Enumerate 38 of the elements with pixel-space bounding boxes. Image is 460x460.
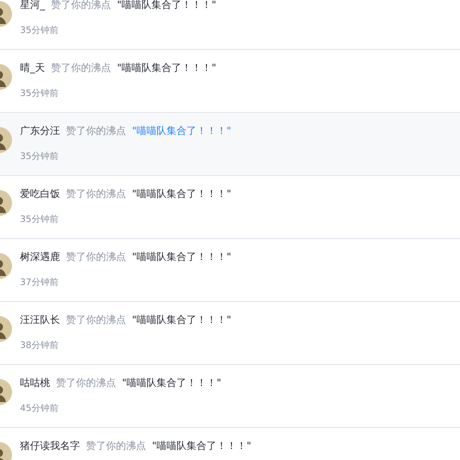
- user-name[interactable]: 广东分汪: [20, 124, 60, 140]
- notification-row[interactable]: 广东分汪 赞了你的沸点 "喵喵队集合了！！！" 35分钟前: [0, 113, 460, 176]
- notification-row[interactable]: 咕咕桃 赞了你的沸点 "喵喵队集合了！！！" 45分钟前: [0, 365, 460, 428]
- user-name[interactable]: 咕咕桃: [20, 376, 50, 392]
- user-name[interactable]: 星河_: [20, 0, 45, 14]
- timestamp: 45分钟前: [20, 402, 60, 416]
- timestamp: 35分钟前: [20, 214, 60, 227]
- post-link[interactable]: "喵喵队集合了！！！": [132, 313, 232, 329]
- action-text: 赞了你的沸点: [56, 376, 116, 391]
- timestamp: 38分钟前: [20, 340, 60, 353]
- action-text: 赞了你的沸点: [51, 62, 111, 76]
- action-text: 赞了你的沸点: [66, 124, 126, 139]
- post-link[interactable]: "喵喵队集合了！！！": [117, 0, 216, 14]
- post-link[interactable]: "喵喵队集合了！！！": [132, 187, 232, 203]
- action-text: 赞了你的沸点: [86, 440, 146, 454]
- post-link[interactable]: "喵喵队集合了！！！": [152, 439, 252, 455]
- notification-row[interactable]: 爱吃白饭 赞了你的沸点 "喵喵队集合了！！！" 35分钟前: [0, 176, 460, 239]
- user-name[interactable]: 猪仔读我名字: [20, 439, 80, 455]
- post-link[interactable]: "喵喵队集合了！！！": [122, 376, 222, 392]
- action-text: 赞了你的沸点: [66, 188, 126, 202]
- notification-row[interactable]: 树深遇鹿 赞了你的沸点 "喵喵队集合了！！！" 37分钟前: [0, 239, 460, 302]
- notification-row[interactable]: 星河_ 赞了你的沸点 "喵喵队集合了！！！" 35分钟前: [0, 0, 460, 50]
- timestamp: 35分钟前: [20, 88, 60, 101]
- user-name[interactable]: 汪汪队长: [20, 313, 60, 329]
- post-link[interactable]: "喵喵队集合了！！！": [132, 124, 232, 140]
- post-link[interactable]: "喵喵队集合了！！！": [117, 61, 216, 77]
- timestamp: 37分钟前: [20, 276, 60, 290]
- timestamp: 35分钟前: [20, 24, 60, 38]
- user-name[interactable]: 晴_天: [20, 61, 45, 77]
- post-link[interactable]: "喵喵队集合了！！！": [132, 250, 232, 266]
- notification-row[interactable]: 猪仔读我名字 赞了你的沸点 "喵喵队集合了！！！": [0, 428, 460, 460]
- user-name[interactable]: 树深遇鹿: [20, 250, 60, 266]
- action-text: 赞了你的沸点: [66, 314, 126, 328]
- user-name[interactable]: 爱吃白饭: [20, 187, 60, 203]
- notification-row[interactable]: 汪汪队长 赞了你的沸点 "喵喵队集合了！！！" 38分钟前: [0, 302, 460, 365]
- timestamp: 35分钟前: [20, 150, 60, 164]
- action-text: 赞了你的沸点: [66, 250, 126, 265]
- action-text: 赞了你的沸点: [51, 0, 111, 13]
